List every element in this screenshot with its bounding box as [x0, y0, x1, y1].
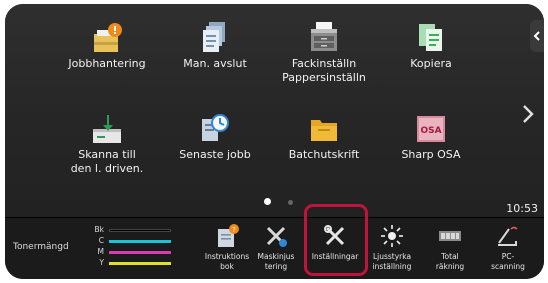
toner-row-bk: Bk: [92, 225, 192, 235]
toner-key: Bk: [94, 225, 105, 234]
app-label: Man. avslut: [183, 57, 247, 70]
app-batchutskrift[interactable]: Batchutskrift: [269, 111, 379, 189]
app-man-avslut[interactable]: Man. avslut: [160, 20, 270, 98]
copy-icon: [419, 24, 442, 51]
app-label: Fackinställn Pappersinställn: [282, 57, 366, 84]
shortcut-label: Total räkning: [435, 252, 465, 271]
device-panel: Jobbhantering Man. avslut Fackinställn P…: [5, 4, 544, 279]
app-fackinstalln[interactable]: Fackinställn Pappersinställn: [269, 20, 379, 98]
toner-key: C: [98, 236, 104, 245]
shortcut-maskinjustering[interactable]: Maskinjus tering: [251, 218, 301, 279]
app-label: Senaste jobb: [179, 148, 251, 161]
toner-row-c: C: [92, 236, 192, 246]
batch-print-folder-icon: [311, 120, 337, 141]
toner-row-m: M: [92, 247, 192, 257]
app-label: Jobbhantering: [68, 57, 146, 70]
app-sharp-osa[interactable]: OSA Sharp OSA: [376, 111, 486, 189]
toner-level[interactable]: Tonermängd Bk C M Y: [5, 218, 195, 279]
shortcut-pc-scanning[interactable]: PC- scanning: [483, 218, 533, 279]
app-skanna-till[interactable]: Skanna till den l. driven.: [52, 111, 162, 189]
scan-to-drive-icon: [93, 115, 121, 143]
toner-key: Y: [99, 258, 104, 267]
shortcut-label: Maskinjus tering: [257, 252, 295, 271]
shortcut-installningar[interactable]: Inställningar: [310, 218, 360, 279]
shortcut-instruktionsbok[interactable]: ? Instruktions bok: [202, 218, 252, 279]
osa-badge-text: OSA: [420, 126, 441, 136]
total-count-icon: [439, 231, 461, 241]
app-label: Sharp OSA: [401, 148, 461, 161]
home-screen: Jobbhantering Man. avslut Fackinställn P…: [5, 4, 544, 217]
recent-jobs-icon: [202, 114, 229, 141]
side-tab[interactable]: [530, 20, 544, 52]
paper-tray-icon: [311, 22, 337, 51]
toner-row-y: Y: [92, 258, 192, 268]
brightness-icon: [381, 225, 403, 247]
bottom-bar: Tonermängd Bk C M Y ? Instruktions bok M…: [5, 217, 544, 279]
app-kopiera[interactable]: Kopiera: [376, 20, 486, 98]
chevron-left-icon: [533, 31, 540, 41]
app-jobbhantering[interactable]: Jobbhantering: [52, 20, 162, 98]
page-dot-inactive: [288, 200, 293, 205]
shortcut-label: Inställningar: [311, 252, 359, 261]
app-label: Batchutskrift: [288, 148, 360, 161]
shortcut-label: Ljusstyrka inställning: [372, 252, 412, 271]
settings-wrench-icon: [324, 225, 345, 246]
app-label: Kopiera: [410, 57, 452, 70]
shortcut-ljusstyrka[interactable]: Ljusstyrka inställning: [367, 218, 417, 279]
toner-bar-bk: [109, 229, 171, 232]
clock: 10:53: [506, 202, 538, 215]
toner-key: M: [97, 247, 104, 256]
toner-bar-y: [109, 262, 171, 265]
app-label: Skanna till den l. driven.: [70, 148, 144, 175]
job-status-icon: [94, 23, 122, 52]
sharp-osa-icon: OSA: [417, 116, 445, 142]
shortcut-total-rakning[interactable]: Total räkning: [425, 218, 475, 279]
document-stack-icon: [203, 22, 225, 52]
next-page-arrow[interactable]: [518, 102, 538, 126]
app-senaste-jobb[interactable]: Senaste jobb: [160, 111, 270, 189]
chevron-right-icon: [523, 105, 534, 123]
page-dot-active: [264, 198, 271, 205]
toner-title: Tonermängd: [13, 242, 69, 252]
svg-text:?: ?: [232, 226, 236, 234]
pc-scanning-icon: [498, 226, 518, 246]
machine-adjust-icon: [266, 226, 287, 247]
toner-bar-c: [109, 240, 171, 243]
manual-book-icon: ?: [218, 224, 239, 247]
toner-bar-m: [109, 251, 171, 254]
shortcut-label: PC- scanning: [491, 252, 525, 271]
